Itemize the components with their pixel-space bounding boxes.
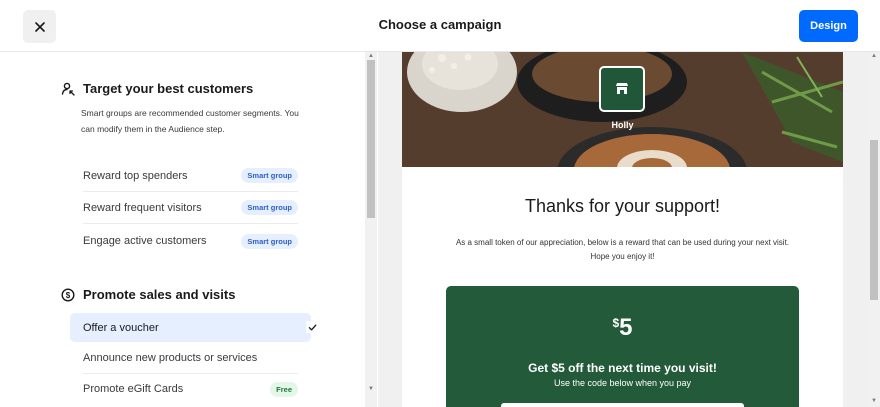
right-scrollbar[interactable]: ▲ ▼ [868, 52, 880, 407]
checkmark-icon [306, 321, 318, 333]
business-logo [599, 66, 645, 112]
section-target-label: Target your best customers [83, 81, 254, 96]
voucher-offer: Get $5 off the next time you visit! [528, 361, 717, 375]
campaign-item-label: Promote eGift Cards [83, 383, 184, 395]
svg-text:$: $ [66, 291, 71, 300]
campaign-item-reward-frequent-visitors[interactable]: Reward frequent visitors Smart group [83, 192, 298, 224]
email-body-text: As a small token of our appreciation, be… [455, 238, 790, 261]
scroll-up-arrow-icon[interactable]: ▲ [365, 52, 377, 60]
campaign-item-offer-a-voucher[interactable]: Offer a voucher [70, 313, 311, 342]
scroll-down-arrow-icon[interactable]: ▼ [868, 397, 880, 405]
campaign-item-engage-active-customers[interactable]: Engage active customers Smart group [83, 225, 298, 257]
left-scrollbar[interactable]: ▲ ▼ [365, 52, 377, 407]
email-preview: Holly Thanks for your support! As a smal… [402, 52, 843, 407]
target-person-icon [61, 82, 75, 96]
free-badge: Free [270, 381, 298, 397]
right-scrollbar-thumb[interactable] [870, 140, 878, 300]
voucher-instructions: Use the code below when you pay [553, 378, 692, 388]
campaign-item-label: Reward frequent visitors [83, 201, 202, 214]
email-preview-area: Holly Thanks for your support! As a smal… [378, 52, 868, 407]
campaign-item-label: Offer a voucher [83, 321, 159, 334]
campaign-item-promote-egift-cards[interactable]: Promote eGift Cards Free [83, 373, 298, 405]
business-name: Holly [611, 120, 634, 130]
section-target-description: Smart groups are recommended customer se… [81, 108, 299, 134]
voucher-code-box [501, 403, 744, 407]
page-title: Choose a campaign [378, 17, 502, 32]
section-promote-label: Promote sales and visits [83, 287, 236, 302]
campaign-item-announce-new-products[interactable]: Announce new products or services [83, 342, 298, 374]
scroll-up-arrow-icon[interactable]: ▲ [868, 52, 880, 60]
email-heading: Thanks for your support! [524, 196, 721, 216]
section-target-title: Target your best customers [61, 81, 253, 96]
left-scrollbar-thumb[interactable] [367, 60, 375, 218]
top-bar: Choose a campaign Design [0, 0, 880, 52]
smart-group-badge: Smart group [241, 233, 298, 249]
voucher-card: $5 Get $5 off the next time you visit! U… [446, 286, 799, 407]
voucher-amount: $5 [446, 314, 799, 342]
campaign-item-label: Reward top spenders [83, 169, 188, 182]
hero-image: Holly [402, 52, 843, 167]
smart-group-badge: Smart group [241, 200, 298, 215]
scroll-down-arrow-icon[interactable]: ▼ [365, 385, 377, 393]
section-promote-title: $ Promote sales and visits [61, 287, 235, 302]
design-button[interactable]: Design [799, 10, 858, 42]
voucher-currency: $ [612, 316, 620, 330]
storefront-icon [616, 83, 628, 94]
smart-group-badge: Smart group [241, 168, 298, 183]
dollar-circle-icon: $ [61, 287, 75, 302]
campaign-item-reward-top-spenders[interactable]: Reward top spenders Smart group [83, 160, 298, 192]
campaign-item-label: Announce new products or services [83, 351, 258, 364]
voucher-value: 5 [619, 314, 633, 341]
campaign-item-label: Engage active customers [83, 235, 207, 247]
